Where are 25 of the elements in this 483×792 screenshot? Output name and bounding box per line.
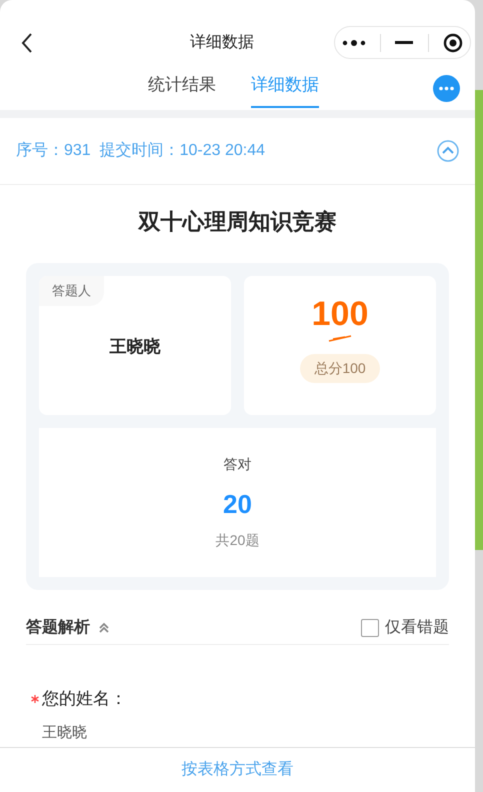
more-icon[interactable] bbox=[342, 38, 366, 46]
tab[interactable]: 统计结果 bbox=[148, 72, 216, 108]
record-info: 序号：931 提交时间：10-23 20:44 bbox=[16, 140, 265, 161]
table-view-link[interactable]: 按表格方式查看 bbox=[182, 758, 294, 782]
tab[interactable]: 详细数据 bbox=[251, 72, 319, 108]
question-label: 您的姓名： bbox=[42, 688, 127, 710]
checkbox-label: 仅看错题 bbox=[385, 618, 449, 638]
quiz-title: 双十心理周知识竞赛 bbox=[137, 208, 338, 236]
section-title: 答题解析 bbox=[26, 618, 90, 638]
checkbox[interactable] bbox=[361, 619, 379, 637]
correct-count: 20 bbox=[223, 488, 252, 521]
back-icon[interactable] bbox=[20, 32, 34, 54]
question-total: 共20题 bbox=[216, 531, 260, 550]
target-icon[interactable] bbox=[442, 32, 463, 52]
total-score-badge: 总分100 bbox=[300, 354, 380, 383]
window-title: 详细数据 bbox=[190, 32, 254, 53]
answer-text: 王晓晓 bbox=[42, 722, 88, 742]
correct-label: 答对 bbox=[224, 455, 252, 474]
minimize-icon[interactable] bbox=[395, 40, 414, 44]
collapse-icon[interactable] bbox=[437, 140, 459, 162]
respondent-label: 答题人 bbox=[39, 276, 104, 306]
collapse-icon[interactable] bbox=[98, 622, 110, 634]
score-value: 100 bbox=[312, 294, 368, 334]
respondent-name: 王晓晓 bbox=[108, 336, 162, 358]
underline-mark-icon bbox=[327, 334, 353, 342]
